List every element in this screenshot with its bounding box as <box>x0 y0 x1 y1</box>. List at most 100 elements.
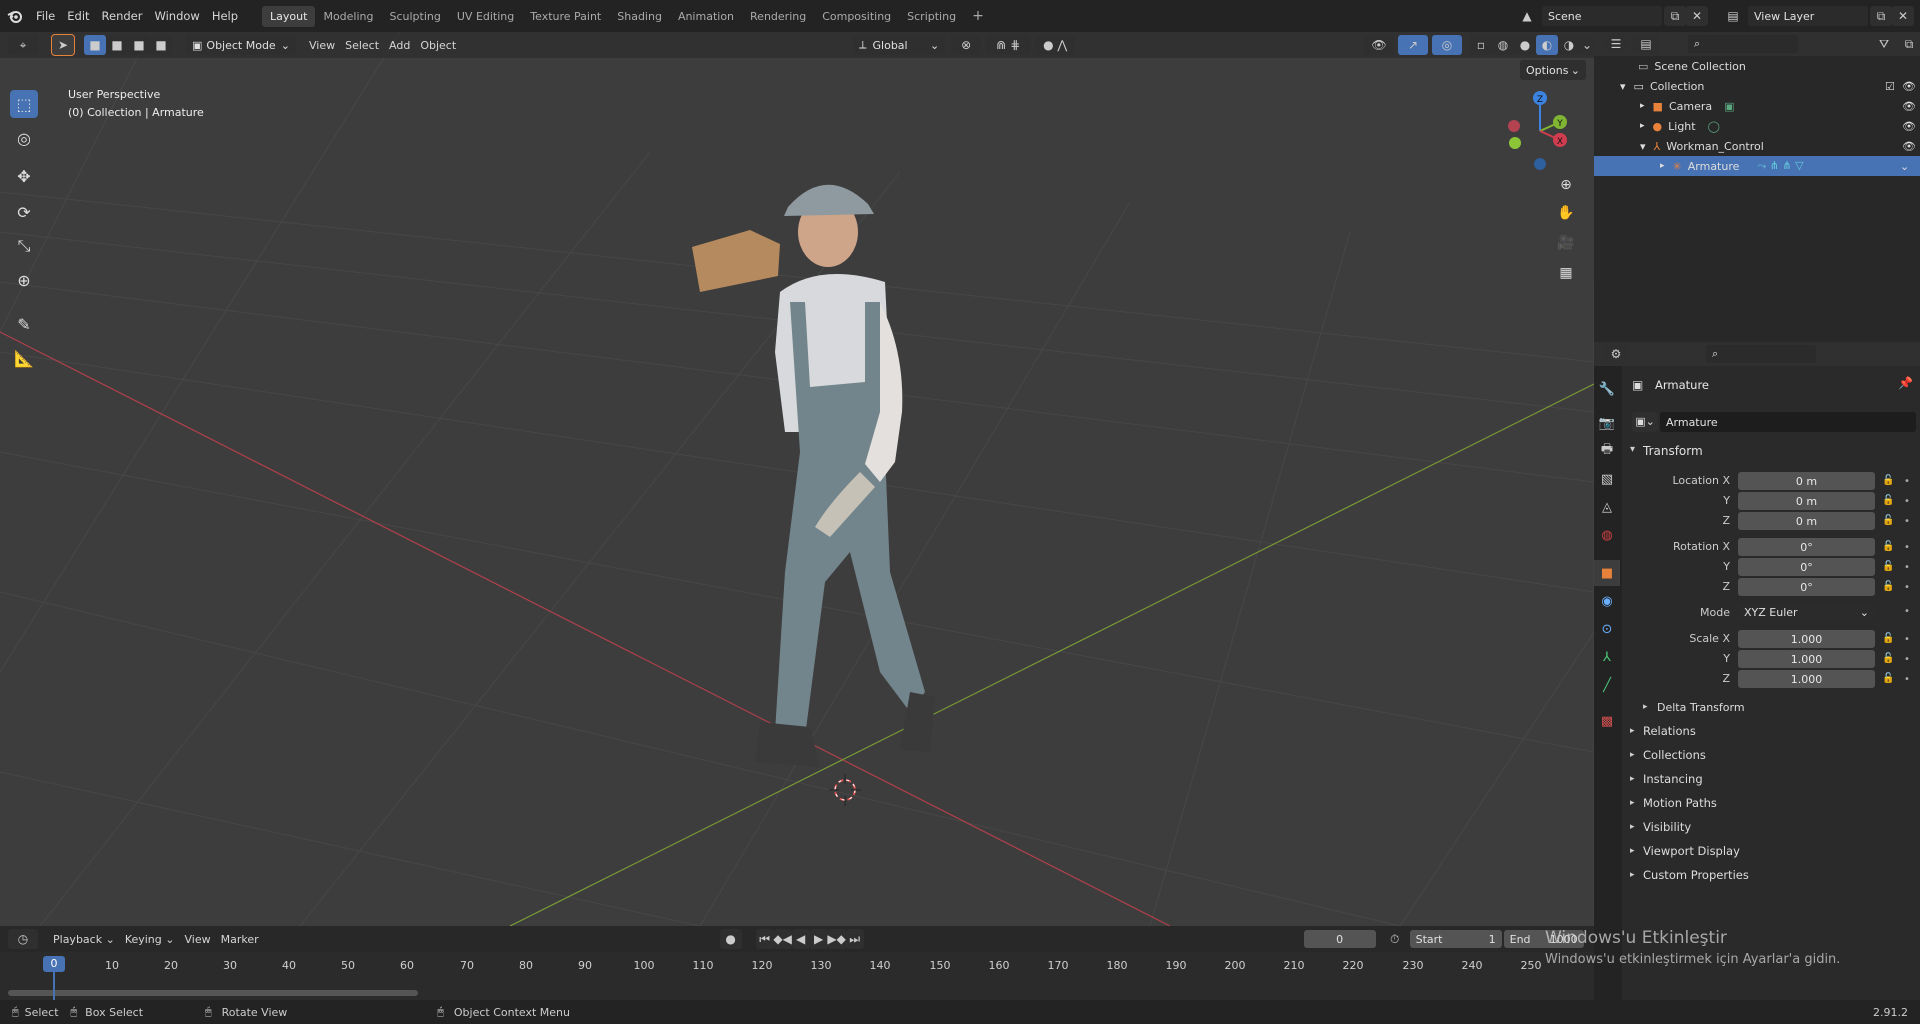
pivot-icon[interactable]: ⊗ <box>951 35 982 55</box>
wireframe-shading-icon[interactable]: ◍ <box>1492 35 1514 55</box>
overlay-toggle-icon[interactable]: ◎ <box>1432 35 1462 55</box>
start-frame-field[interactable]: Start 1 <box>1409 930 1502 948</box>
expand-arrow-icon[interactable]: ▸ <box>1640 121 1645 131</box>
panel-arrow-icon[interactable]: ▸ <box>1630 774 1635 784</box>
visibility-panel[interactable]: Visibility <box>1643 820 1691 834</box>
solid-shading-icon[interactable]: ● <box>1514 35 1536 55</box>
play-icon[interactable]: ▶ <box>809 929 828 949</box>
zoom-icon[interactable]: ⊕ <box>1553 172 1579 198</box>
scale-icon[interactable]: ⤡ <box>10 232 38 260</box>
play-reverse-icon[interactable]: ◀ <box>791 929 810 949</box>
scale-z-field[interactable]: 1.000 <box>1738 670 1875 688</box>
tab-shading[interactable]: Shading <box>609 6 670 27</box>
editor-type-icon[interactable]: ⌖ <box>8 35 38 55</box>
prev-keyframe-icon[interactable]: ◆◀ <box>773 929 792 949</box>
motion-paths-panel[interactable]: Motion Paths <box>1643 796 1717 810</box>
delete-scene-icon[interactable]: ✕ <box>1686 6 1708 26</box>
keyframe-dot-icon[interactable]: • <box>1904 654 1910 665</box>
lock-icon[interactable]: 🔓 <box>1882 541 1894 552</box>
lock-icon[interactable]: 🔓 <box>1882 653 1894 664</box>
tab-rendering[interactable]: Rendering <box>742 6 814 27</box>
playhead[interactable]: 0 <box>43 956 65 972</box>
transform-icon[interactable]: ⊕ <box>10 266 38 294</box>
panel-arrow-icon[interactable]: ▸ <box>1630 822 1635 832</box>
eye-icon[interactable]: 👁 <box>1902 140 1916 153</box>
properties-editor-icon[interactable]: ⚙ <box>1602 344 1630 364</box>
tool-tab-icon[interactable]: 🔧 <box>1594 376 1620 402</box>
display-mode-icon[interactable]: ▤ <box>1632 34 1660 54</box>
tab-animation[interactable]: Animation <box>670 6 742 27</box>
playback-menu[interactable]: Playback ⌄ <box>48 931 120 948</box>
scale-x-field[interactable]: 1.000 <box>1738 630 1875 648</box>
outliner-row-workman-control[interactable]: ▾ ⅄ Workman_Control 👁 <box>1594 136 1920 156</box>
keying-menu[interactable]: Keying ⌄ <box>120 931 180 948</box>
current-frame-field[interactable]: 0 <box>1303 930 1376 948</box>
mode-dropdown[interactable]: ▣ Object Mode ⌄ <box>186 35 296 55</box>
snap-icon[interactable]: ⋒ ⋕ <box>985 35 1032 55</box>
checkbox-icon[interactable]: ☑ <box>1885 80 1895 93</box>
navigation-gizmo[interactable]: Z Y X <box>1500 86 1580 176</box>
lock-icon[interactable]: 🔓 <box>1882 495 1894 506</box>
select-intersect-icon[interactable]: ■ <box>150 35 172 55</box>
timeline-view-menu[interactable]: View <box>179 931 215 948</box>
object-menu[interactable]: Object <box>415 37 461 54</box>
new-collection-icon[interactable]: ⧉ <box>1898 34 1920 54</box>
rendered-shading-icon[interactable]: ◑ <box>1558 35 1580 55</box>
menu-edit[interactable]: Edit <box>61 9 95 23</box>
tab-scripting[interactable]: Scripting <box>899 6 964 27</box>
delta-transform-arrow-icon[interactable]: ▸ <box>1643 702 1648 712</box>
panel-arrow-icon[interactable]: ▸ <box>1630 750 1635 760</box>
outliner-row-collection[interactable]: ▾ ▭ Collection ☑ 👁 <box>1594 76 1920 96</box>
delete-view-layer-icon[interactable]: ✕ <box>1892 6 1914 26</box>
scene-icon[interactable]: ▲ <box>1512 6 1542 26</box>
outliner-row-light[interactable]: ▸ ● Light ◯ 👁 <box>1594 116 1920 136</box>
tab-texture-paint[interactable]: Texture Paint <box>522 6 609 27</box>
panel-arrow-icon[interactable]: ▸ <box>1630 726 1635 736</box>
transform-panel-arrow-icon[interactable]: ▾ <box>1630 444 1635 455</box>
select-menu[interactable]: Select <box>340 37 384 54</box>
cursor-icon[interactable]: ◎ <box>10 124 38 152</box>
chevron-down-icon[interactable]: ⌄ <box>1900 160 1909 173</box>
marker-menu[interactable]: Marker <box>216 931 264 948</box>
transform-orientation-dropdown[interactable]: ⟂ Global ⌄ <box>853 35 946 55</box>
outliner-row-camera[interactable]: ▸ ■ Camera ▣ 👁 <box>1594 96 1920 116</box>
viewport-display-panel[interactable]: Viewport Display <box>1643 844 1740 858</box>
outliner-row-scene-collection[interactable]: ▭ Scene Collection <box>1594 56 1920 76</box>
keyframe-dot-icon[interactable]: • <box>1904 516 1910 527</box>
proportional-edit-icon[interactable]: ● ⋀ <box>1035 35 1076 55</box>
menu-window[interactable]: Window <box>148 9 205 23</box>
tab-compositing[interactable]: Compositing <box>814 6 899 27</box>
pin-icon[interactable]: 📌 <box>1898 376 1913 390</box>
panel-arrow-icon[interactable]: ▸ <box>1630 870 1635 880</box>
expand-arrow-icon[interactable]: ▸ <box>1640 101 1645 111</box>
select-mode-icon[interactable]: ➤ <box>51 34 75 56</box>
filter-icon[interactable]: ⛛ <box>1870 34 1898 54</box>
render-tab-icon[interactable]: 📷 <box>1594 410 1620 436</box>
tab-sculpting[interactable]: Sculpting <box>382 6 449 27</box>
relations-panel[interactable]: Relations <box>1643 724 1696 738</box>
camera-view-icon[interactable]: 🎥 <box>1553 230 1579 256</box>
add-workspace-button[interactable]: + <box>964 4 992 28</box>
options-button[interactable]: Options ⌄ <box>1520 60 1586 80</box>
move-icon[interactable]: ✥ <box>10 162 38 190</box>
next-keyframe-icon[interactable]: ▶◆ <box>827 929 846 949</box>
location-x-field[interactable]: 0 m <box>1738 472 1875 490</box>
gizmo-toggle-icon[interactable]: ↗ <box>1398 35 1428 55</box>
menu-file[interactable]: File <box>30 9 61 23</box>
lock-icon[interactable]: 🔓 <box>1882 673 1894 684</box>
keyframe-dot-icon[interactable]: • <box>1904 476 1910 487</box>
rotation-mode-dropdown[interactable]: XYZ Euler ⌄ <box>1738 603 1875 621</box>
grid-ortho-icon[interactable]: ▦ <box>1553 260 1579 286</box>
instancing-panel[interactable]: Instancing <box>1643 772 1703 786</box>
shading-options-icon[interactable]: ⌄ <box>1580 35 1594 55</box>
tab-layout[interactable]: Layout <box>262 5 316 27</box>
view-menu[interactable]: View <box>304 37 340 54</box>
lock-icon[interactable]: 🔓 <box>1882 561 1894 572</box>
expand-arrow-icon[interactable]: ▸ <box>1660 161 1665 171</box>
menu-help[interactable]: Help <box>206 9 244 23</box>
keyframe-dot-icon[interactable]: • <box>1904 562 1910 573</box>
outliner-search-input[interactable]: ⌕ <box>1688 35 1798 53</box>
properties-search-input[interactable]: ⌕ <box>1706 345 1816 363</box>
copy-view-layer-icon[interactable]: ⧉ <box>1870 6 1892 26</box>
select-box-icon[interactable]: ⬚ <box>10 90 38 118</box>
